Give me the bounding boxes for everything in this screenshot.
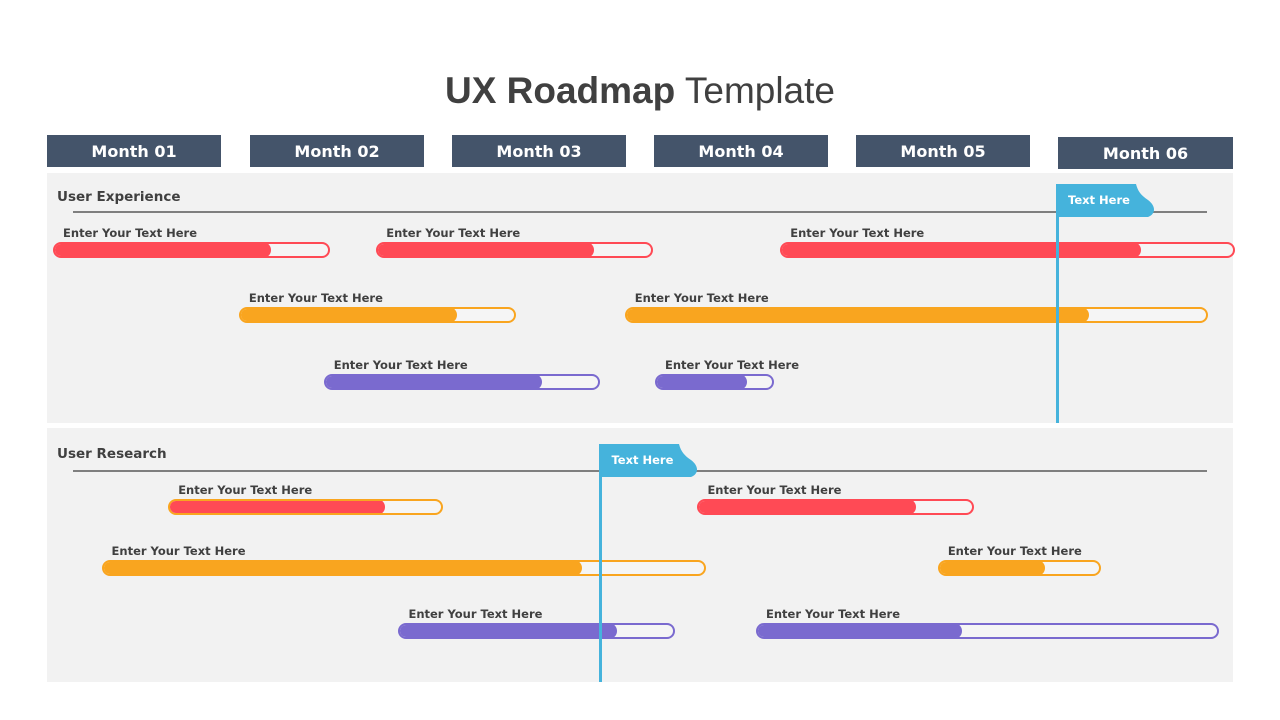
progress-track (53, 242, 330, 258)
progress-fill (626, 309, 1089, 321)
task-bar[interactable]: Enter Your Text Here (398, 607, 676, 641)
milestone-label: Text Here (1068, 193, 1130, 207)
task-label: Enter Your Text Here (178, 483, 313, 497)
milestone-flag[interactable]: Text Here (599, 444, 699, 478)
title-regular: Template (675, 70, 835, 111)
task-label: Enter Your Text Here (333, 358, 468, 372)
section-title: User Research (57, 446, 167, 462)
milestone-line (1056, 184, 1059, 423)
task-bar[interactable]: Enter Your Text Here (697, 483, 975, 517)
month-header-4: Month 04 (654, 135, 828, 167)
task-label: Enter Your Text Here (634, 291, 769, 305)
progress-track (624, 307, 1209, 323)
progress-track (323, 374, 601, 390)
progress-track (168, 499, 443, 515)
task-bar[interactable]: Enter Your Text Here (780, 226, 1235, 260)
milestone-flag[interactable]: Text Here (1056, 184, 1156, 218)
progress-fill (170, 501, 385, 513)
month-header-6: Month 06 (1058, 137, 1233, 169)
progress-track (780, 242, 1235, 258)
progress-fill (758, 625, 963, 637)
progress-fill (240, 309, 458, 321)
milestone-line (599, 444, 603, 682)
month-header-5: Month 05 (856, 135, 1030, 167)
progress-fill (103, 562, 582, 574)
task-bar[interactable]: Enter Your Text Here (323, 358, 601, 392)
month-header-2: Month 02 (250, 135, 424, 167)
task-label: Enter Your Text Here (790, 226, 925, 240)
progress-track (101, 560, 706, 576)
title-bold: UX Roadmap (444, 70, 676, 111)
task-bar[interactable]: Enter Your Text Here (53, 226, 330, 260)
progress-fill (378, 244, 595, 256)
task-bar[interactable]: Enter Your Text Here (376, 226, 653, 260)
task-label: Enter Your Text Here (947, 544, 1082, 558)
section-divider (73, 211, 1207, 213)
progress-fill (657, 376, 748, 388)
milestone-label: Text Here (611, 453, 674, 467)
task-bar[interactable]: Enter Your Text Here (655, 358, 799, 392)
progress-track (398, 623, 676, 639)
progress-fill (699, 501, 916, 513)
progress-track (756, 623, 1219, 639)
progress-track (238, 307, 516, 323)
task-bar[interactable]: Enter Your Text Here (937, 544, 1102, 578)
task-label: Enter Your Text Here (386, 226, 521, 240)
progress-fill (55, 244, 272, 256)
task-bar[interactable]: Enter Your Text Here (101, 544, 706, 578)
task-label: Enter Your Text Here (665, 358, 799, 372)
progress-fill (325, 376, 542, 388)
progress-fill (400, 625, 617, 637)
task-label: Enter Your Text Here (408, 607, 543, 621)
task-bar[interactable]: Enter Your Text Here (168, 483, 443, 517)
task-label: Enter Your Text Here (248, 291, 383, 305)
page-title: UX Roadmap Template (0, 70, 1280, 112)
month-header-3: Month 03 (452, 135, 626, 167)
task-bar[interactable]: Enter Your Text Here (238, 291, 516, 325)
progress-fill (939, 562, 1045, 574)
progress-track (937, 560, 1102, 576)
task-bar[interactable]: Enter Your Text Here (624, 291, 1209, 325)
section-title: User Experience (57, 189, 181, 205)
month-header-1: Month 01 (47, 135, 221, 167)
progress-track (376, 242, 653, 258)
task-label: Enter Your Text Here (707, 483, 842, 497)
progress-track (655, 374, 775, 390)
task-label: Enter Your Text Here (63, 226, 198, 240)
task-bar[interactable]: Enter Your Text Here (756, 607, 1219, 641)
progress-track (697, 499, 975, 515)
task-label: Enter Your Text Here (766, 607, 900, 621)
progress-fill (782, 244, 1141, 256)
task-label: Enter Your Text Here (111, 544, 246, 558)
